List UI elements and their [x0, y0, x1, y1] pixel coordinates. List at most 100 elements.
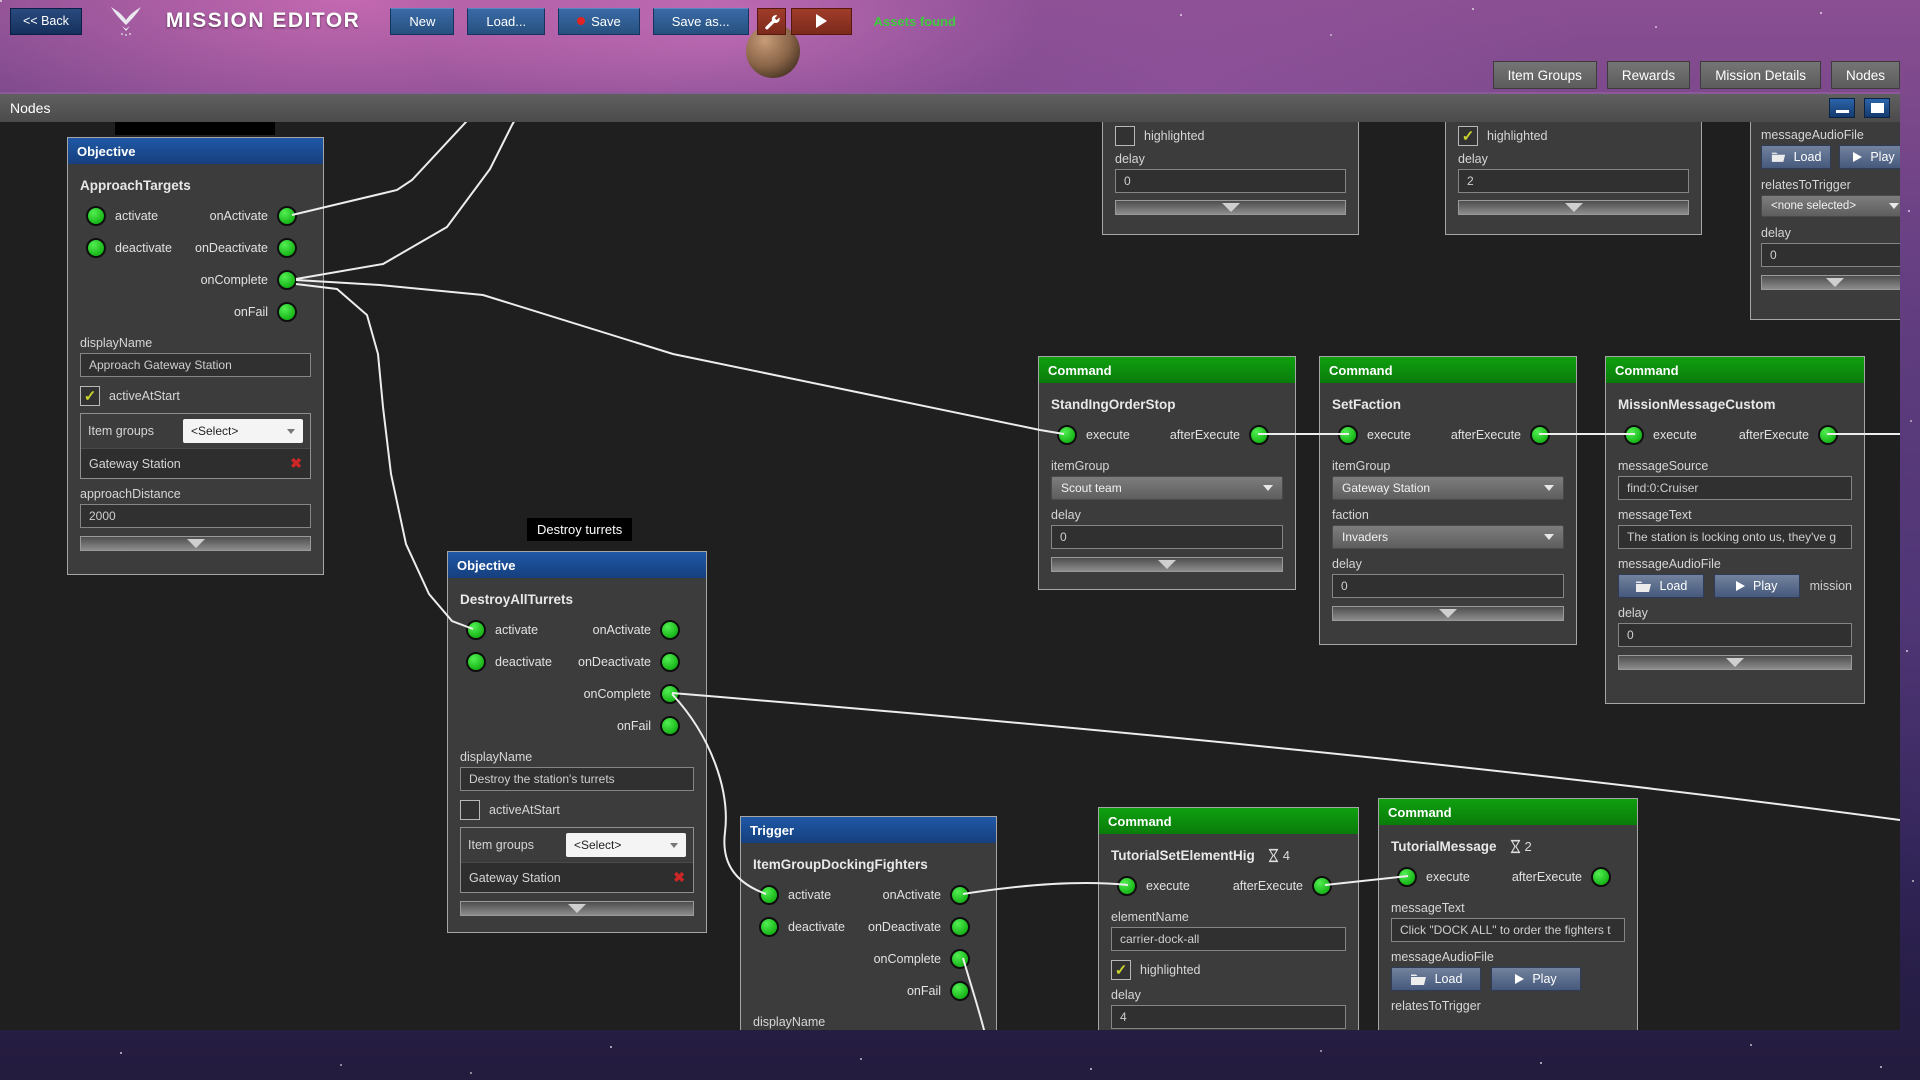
- tab-rewards[interactable]: Rewards: [1606, 61, 1691, 89]
- port-deactivate[interactable]: [86, 238, 106, 258]
- port-on-complete[interactable]: [277, 270, 297, 290]
- item-group-select[interactable]: Scout team: [1051, 476, 1283, 500]
- tab-mission-details[interactable]: Mission Details: [1700, 61, 1821, 89]
- active-at-start-checkbox[interactable]: [460, 800, 480, 820]
- approach-distance-input[interactable]: [80, 504, 311, 528]
- new-button[interactable]: New: [390, 7, 455, 35]
- tools-button[interactable]: [756, 7, 786, 35]
- node-objective-approach-targets[interactable]: Objective ApproachTargets activate onAct…: [67, 137, 324, 575]
- delay-input[interactable]: [1115, 169, 1346, 193]
- port-on-fail[interactable]: [660, 716, 680, 736]
- play-audio-button[interactable]: Play: [1491, 967, 1581, 991]
- node-expander[interactable]: [1051, 557, 1283, 572]
- highlighted-checkbox[interactable]: [1115, 126, 1135, 146]
- node-objective-destroy-all-turrets[interactable]: Objective DestroyAllTurrets activate onA…: [447, 551, 707, 933]
- port-deactivate[interactable]: [759, 917, 779, 937]
- load-audio-button[interactable]: Load: [1618, 574, 1704, 598]
- node-header[interactable]: Objective: [68, 138, 323, 164]
- port-on-complete[interactable]: [660, 684, 680, 704]
- tab-nodes[interactable]: Nodes: [1830, 61, 1900, 89]
- play-audio-button[interactable]: Play: [1713, 574, 1800, 598]
- node-header[interactable]: Command: [1099, 808, 1358, 834]
- item-groups-select[interactable]: <Select>: [566, 833, 686, 857]
- port-after-execute[interactable]: [1312, 876, 1332, 896]
- port-execute[interactable]: [1624, 425, 1644, 445]
- delay-input[interactable]: [1761, 243, 1900, 267]
- node-command-tutorial-set-element-highlight[interactable]: Command TutorialSetElementHig 4 execute …: [1098, 807, 1359, 1030]
- port-execute[interactable]: [1117, 876, 1137, 896]
- node-expander[interactable]: [1618, 655, 1852, 670]
- port-after-execute[interactable]: [1249, 425, 1269, 445]
- node-partial-top-right[interactable]: ✓ highlighted delay: [1445, 122, 1702, 235]
- delay-input[interactable]: [1332, 574, 1564, 598]
- item-group-select[interactable]: Gateway Station: [1332, 476, 1564, 500]
- highlighted-checkbox[interactable]: ✓: [1111, 960, 1131, 980]
- port-on-fail[interactable]: [277, 302, 297, 322]
- message-source-input[interactable]: [1618, 476, 1852, 500]
- node-header[interactable]: Command: [1320, 357, 1576, 383]
- port-after-execute[interactable]: [1591, 867, 1611, 887]
- load-button[interactable]: Load...: [467, 7, 546, 35]
- node-expander[interactable]: [80, 536, 311, 551]
- port-after-execute[interactable]: [1818, 425, 1838, 445]
- port-execute[interactable]: [1057, 425, 1077, 445]
- node-expander[interactable]: [1115, 200, 1346, 215]
- node-header[interactable]: Objective: [448, 552, 706, 578]
- port-execute[interactable]: [1397, 867, 1417, 887]
- run-mission-button[interactable]: [790, 7, 852, 35]
- play-audio-button[interactable]: Play: [1839, 145, 1900, 169]
- message-text-input[interactable]: [1391, 918, 1625, 942]
- back-button[interactable]: << Back: [10, 7, 82, 35]
- minimize-button[interactable]: [1829, 98, 1855, 118]
- port-activate[interactable]: [86, 206, 106, 226]
- node-header[interactable]: Command: [1379, 799, 1637, 825]
- port-execute[interactable]: [1338, 425, 1358, 445]
- display-name-input[interactable]: [80, 353, 311, 377]
- node-expander[interactable]: [1761, 275, 1900, 290]
- load-audio-button[interactable]: Load: [1761, 145, 1831, 169]
- delay-input[interactable]: [1458, 169, 1689, 193]
- highlighted-checkbox[interactable]: ✓: [1458, 126, 1478, 146]
- node-command-set-faction[interactable]: Command SetFaction execute afterExecute …: [1319, 356, 1577, 645]
- message-text-input[interactable]: [1618, 525, 1852, 549]
- port-on-deactivate[interactable]: [277, 238, 297, 258]
- tab-item-groups[interactable]: Item Groups: [1492, 61, 1597, 89]
- node-trigger-docking-fighters[interactable]: Trigger ItemGroupDockingFighters activat…: [740, 816, 997, 1030]
- node-command-standing-order-stop[interactable]: Command StandIngOrderStop execute afterE…: [1038, 356, 1296, 590]
- port-on-deactivate[interactable]: [660, 652, 680, 672]
- port-activate[interactable]: [759, 885, 779, 905]
- node-partial-right[interactable]: messageAudioFile Load Play relatesToTrig…: [1750, 122, 1900, 320]
- node-expander[interactable]: [460, 901, 694, 916]
- active-at-start-checkbox[interactable]: ✓: [80, 386, 100, 406]
- save-as-button[interactable]: Save as...: [652, 7, 749, 35]
- node-command-tutorial-message[interactable]: Command TutorialMessage 2 execute afterE…: [1378, 798, 1638, 1030]
- faction-select[interactable]: Invaders: [1332, 525, 1564, 549]
- node-partial-top-left[interactable]: highlighted delay: [1102, 122, 1359, 235]
- remove-icon[interactable]: ✖: [290, 455, 302, 472]
- delay-input[interactable]: [1111, 1005, 1346, 1029]
- port-on-activate[interactable]: [950, 885, 970, 905]
- load-audio-button[interactable]: Load: [1391, 967, 1481, 991]
- port-on-complete[interactable]: [950, 949, 970, 969]
- node-header[interactable]: Trigger: [741, 817, 996, 843]
- delay-input[interactable]: [1618, 623, 1852, 647]
- item-groups-select[interactable]: <Select>: [183, 419, 303, 443]
- remove-icon[interactable]: ✖: [673, 869, 685, 886]
- port-on-activate[interactable]: [660, 620, 680, 640]
- node-header[interactable]: Command: [1606, 357, 1864, 383]
- maximize-button[interactable]: [1864, 98, 1890, 118]
- port-on-activate[interactable]: [277, 206, 297, 226]
- port-on-deactivate[interactable]: [950, 917, 970, 937]
- node-header[interactable]: Command: [1039, 357, 1295, 383]
- port-activate[interactable]: [466, 620, 486, 640]
- node-expander[interactable]: [1458, 200, 1689, 215]
- port-deactivate[interactable]: [466, 652, 486, 672]
- delay-input[interactable]: [1051, 525, 1283, 549]
- display-name-input[interactable]: [460, 767, 694, 791]
- save-button[interactable]: Save: [558, 7, 640, 35]
- element-name-input[interactable]: [1111, 927, 1346, 951]
- node-command-mission-message-custom[interactable]: Command MissionMessageCustom execute aft…: [1605, 356, 1865, 704]
- relates-to-trigger-select[interactable]: <none selected>: [1761, 195, 1900, 217]
- port-after-execute[interactable]: [1530, 425, 1550, 445]
- port-on-fail[interactable]: [950, 981, 970, 1001]
